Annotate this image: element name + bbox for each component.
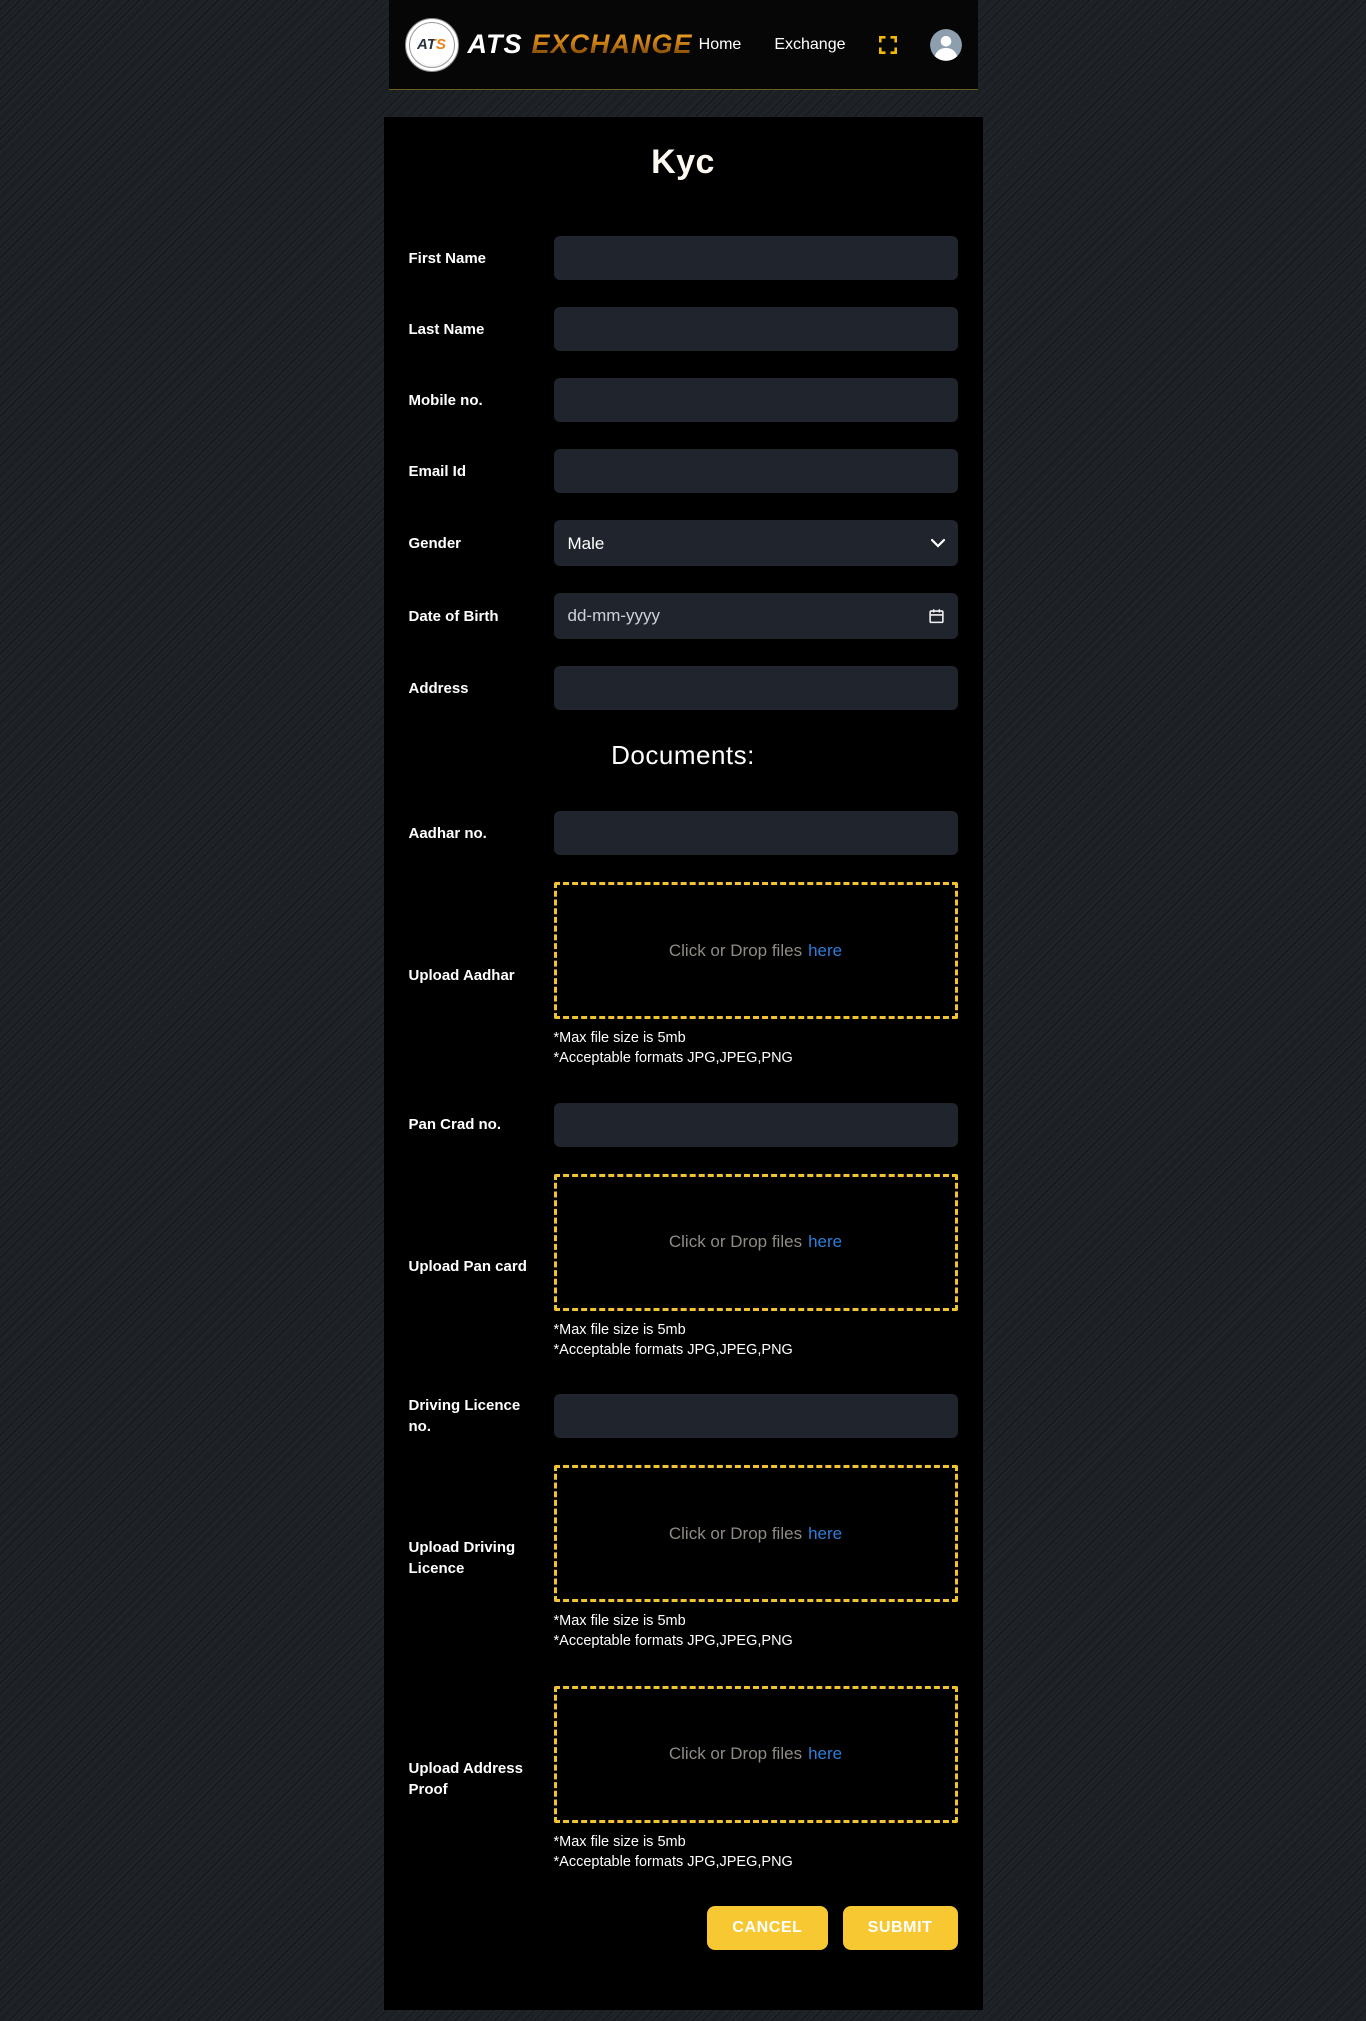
form-row-aadhar-no: Aadhar no. [409,811,958,855]
upload-notes: *Max file size is 5mb *Acceptable format… [554,1028,958,1069]
field-label: Upload Driving Licence [409,1537,554,1579]
licence-dropzone[interactable]: Click or Drop files here [554,1465,958,1602]
note-formats: *Acceptable formats JPG,JPEG,PNG [554,1852,958,1872]
form-row-last-name: Last Name [409,307,958,351]
upload-notes: *Max file size is 5mb *Acceptable format… [554,1832,958,1873]
form-row-email: Email Id [409,449,958,493]
dropzone-text: Click or Drop files [669,941,802,961]
dropzone-here-link[interactable]: here [808,1232,842,1252]
brand[interactable]: ATS ATS EXCHANGE [405,18,693,72]
mobile-input[interactable] [554,378,958,422]
note-max-size: *Max file size is 5mb [554,1028,958,1048]
form-row-licence-no: Driving Licence no. [409,1394,958,1438]
note-max-size: *Max file size is 5mb [554,1320,958,1340]
aadhar-no-input[interactable] [554,811,958,855]
upload-row-address-proof: Upload Address Proof Click or Drop files… [409,1686,958,1873]
field-label: Date of Birth [409,606,554,627]
last-name-input[interactable] [554,307,958,351]
kyc-card: Kyc First Name Last Name Mobile no. Emai… [384,117,983,2010]
brand-name: ATS [468,29,523,60]
form-row-address: Address [409,666,958,710]
page-title: Kyc [409,143,958,182]
upload-notes: *Max file size is 5mb *Acceptable format… [554,1320,958,1361]
dob-input[interactable] [554,593,958,639]
field-label: Aadhar no. [409,823,554,844]
field-label: Pan Crad no. [409,1114,554,1135]
note-formats: *Acceptable formats JPG,JPEG,PNG [554,1340,958,1360]
field-label: Gender [409,533,554,554]
nav-link-home[interactable]: Home [699,36,742,54]
user-avatar-icon[interactable] [930,29,962,61]
field-label: Driving Licence no. [409,1395,554,1437]
note-max-size: *Max file size is 5mb [554,1611,958,1631]
nav-link-exchange[interactable]: Exchange [774,36,845,54]
note-formats: *Acceptable formats JPG,JPEG,PNG [554,1048,958,1068]
email-input[interactable] [554,449,958,493]
nav-links: Home Exchange [699,29,962,61]
dropzone-here-link[interactable]: here [808,941,842,961]
field-label: Upload Pan card [409,1256,554,1277]
form-row-first-name: First Name [409,236,958,280]
navbar: ATS ATS EXCHANGE Home Exchange [389,0,978,90]
cancel-button[interactable]: CANCEL [707,1906,827,1950]
field-label: Upload Aadhar [409,965,554,986]
logo-monogram: ATS [417,36,446,53]
form-actions: CANCEL SUBMIT [409,1906,958,1950]
ats-logo-icon: ATS [405,18,459,72]
upload-row-pan: Upload Pan card Click or Drop files here… [409,1174,958,1361]
field-label: Address [409,678,554,699]
field-label: First Name [409,248,554,269]
form-row-gender: Gender Male [409,520,958,566]
note-formats: *Acceptable formats JPG,JPEG,PNG [554,1631,958,1651]
brand-suffix: EXCHANGE [532,29,693,60]
fullscreen-icon[interactable] [879,36,897,54]
documents-heading: Documents: [409,740,958,771]
aadhar-dropzone[interactable]: Click or Drop files here [554,882,958,1019]
form-row-pan-no: Pan Crad no. [409,1103,958,1147]
form-row-dob: Date of Birth [409,593,958,639]
pan-dropzone[interactable]: Click or Drop files here [554,1174,958,1311]
upload-row-aadhar: Upload Aadhar Click or Drop files here *… [409,882,958,1069]
licence-no-input[interactable] [554,1394,958,1438]
address-input[interactable] [554,666,958,710]
gender-select[interactable]: Male [554,520,958,566]
dropzone-text: Click or Drop files [669,1744,802,1764]
first-name-input[interactable] [554,236,958,280]
dropzone-text: Click or Drop files [669,1524,802,1544]
upload-notes: *Max file size is 5mb *Acceptable format… [554,1611,958,1652]
field-label: Email Id [409,461,554,482]
form-row-mobile: Mobile no. [409,378,958,422]
note-max-size: *Max file size is 5mb [554,1832,958,1852]
field-label: Upload Address Proof [409,1758,554,1800]
upload-row-licence: Upload Driving Licence Click or Drop fil… [409,1465,958,1652]
dropzone-here-link[interactable]: here [808,1524,842,1544]
address-proof-dropzone[interactable]: Click or Drop files here [554,1686,958,1823]
field-label: Mobile no. [409,390,554,411]
pan-no-input[interactable] [554,1103,958,1147]
submit-button[interactable]: SUBMIT [843,1906,958,1950]
dropzone-text: Click or Drop files [669,1232,802,1252]
field-label: Last Name [409,319,554,340]
dropzone-here-link[interactable]: here [808,1744,842,1764]
